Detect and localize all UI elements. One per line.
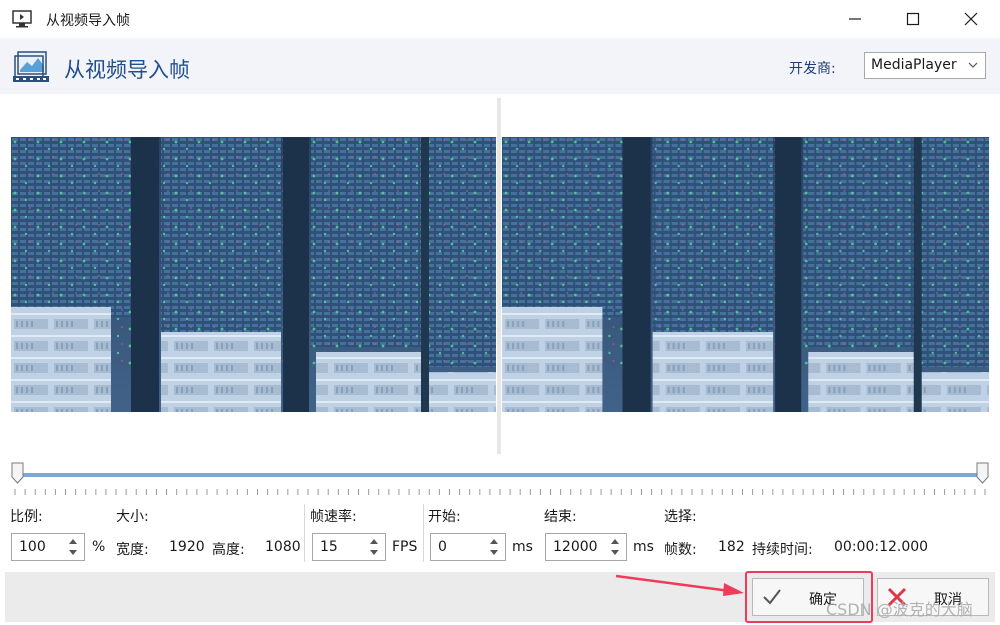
developer-select[interactable]: MediaPlayer — [864, 52, 986, 79]
spin-arrows-icon[interactable] — [489, 536, 499, 558]
end-unit: ms — [633, 539, 654, 555]
scale-unit: % — [92, 539, 106, 555]
dialog-header: 从视频导入帧 开发商: MediaPlayer — [0, 38, 1000, 94]
preview-area — [0, 94, 1000, 460]
height-label: 高度: — [212, 542, 245, 558]
width-value: 1920 — [169, 539, 205, 555]
separator — [423, 504, 424, 562]
close-button[interactable] — [942, 0, 1000, 38]
start-label: 开始: — [428, 509, 461, 525]
separator — [304, 504, 305, 562]
fps-unit: FPS — [392, 539, 418, 555]
minimize-button[interactable] — [826, 0, 884, 38]
frames-value: 182 — [718, 539, 745, 555]
video-frames-icon — [13, 51, 49, 82]
range-start-handle[interactable] — [11, 462, 24, 484]
range-slider-track[interactable] — [18, 473, 982, 477]
frames-label: 帧数: — [664, 542, 697, 558]
start-unit: ms — [512, 539, 533, 555]
start-spinbox[interactable]: 0 — [430, 533, 506, 561]
start-value: 0 — [438, 539, 447, 555]
dialog-title: 从视频导入帧 — [64, 58, 190, 82]
spin-arrows-icon[interactable] — [369, 536, 379, 558]
size-label: 大小: — [116, 509, 149, 525]
end-spinbox[interactable]: 12000 — [545, 533, 627, 561]
monitor-icon — [12, 10, 32, 28]
duration-label: 持续时间: — [752, 542, 813, 558]
fps-value: 15 — [320, 539, 338, 555]
maximize-icon — [906, 12, 920, 26]
end-label: 结束: — [544, 509, 577, 525]
chevron-down-icon — [968, 62, 978, 68]
title-bar: 从视频导入帧 — [0, 0, 1000, 38]
server-rack-image — [502, 137, 989, 412]
fps-spinbox[interactable]: 15 — [312, 533, 386, 561]
width-label: 宽度: — [116, 542, 149, 558]
spin-arrows-icon[interactable] — [610, 536, 620, 558]
developer-value: MediaPlayer — [871, 57, 957, 73]
selection-label: 选择: — [664, 509, 697, 525]
maximize-button[interactable] — [884, 0, 942, 38]
close-icon — [964, 12, 978, 26]
end-frame-preview — [502, 137, 989, 412]
start-frame-preview — [11, 137, 496, 412]
preview-splitter[interactable] — [497, 98, 501, 454]
spin-arrows-icon[interactable] — [68, 536, 78, 558]
window-title: 从视频导入帧 — [46, 13, 130, 29]
annotation-arrow — [615, 574, 744, 596]
developer-label: 开发商: — [789, 61, 836, 77]
server-rack-image — [11, 137, 496, 412]
slider-ticks — [14, 489, 986, 495]
range-end-handle[interactable] — [976, 462, 989, 484]
fps-label: 帧速率: — [310, 509, 357, 525]
scale-value: 100 — [19, 539, 46, 555]
watermark: CSDN @波克的大脑 — [826, 600, 973, 619]
end-value: 12000 — [553, 539, 598, 555]
scale-label: 比例: — [10, 509, 43, 525]
height-value: 1080 — [265, 539, 301, 555]
duration-value: 00:00:12.000 — [834, 539, 929, 555]
scale-spinbox[interactable]: 100 — [11, 533, 85, 561]
minimize-icon — [849, 18, 861, 20]
